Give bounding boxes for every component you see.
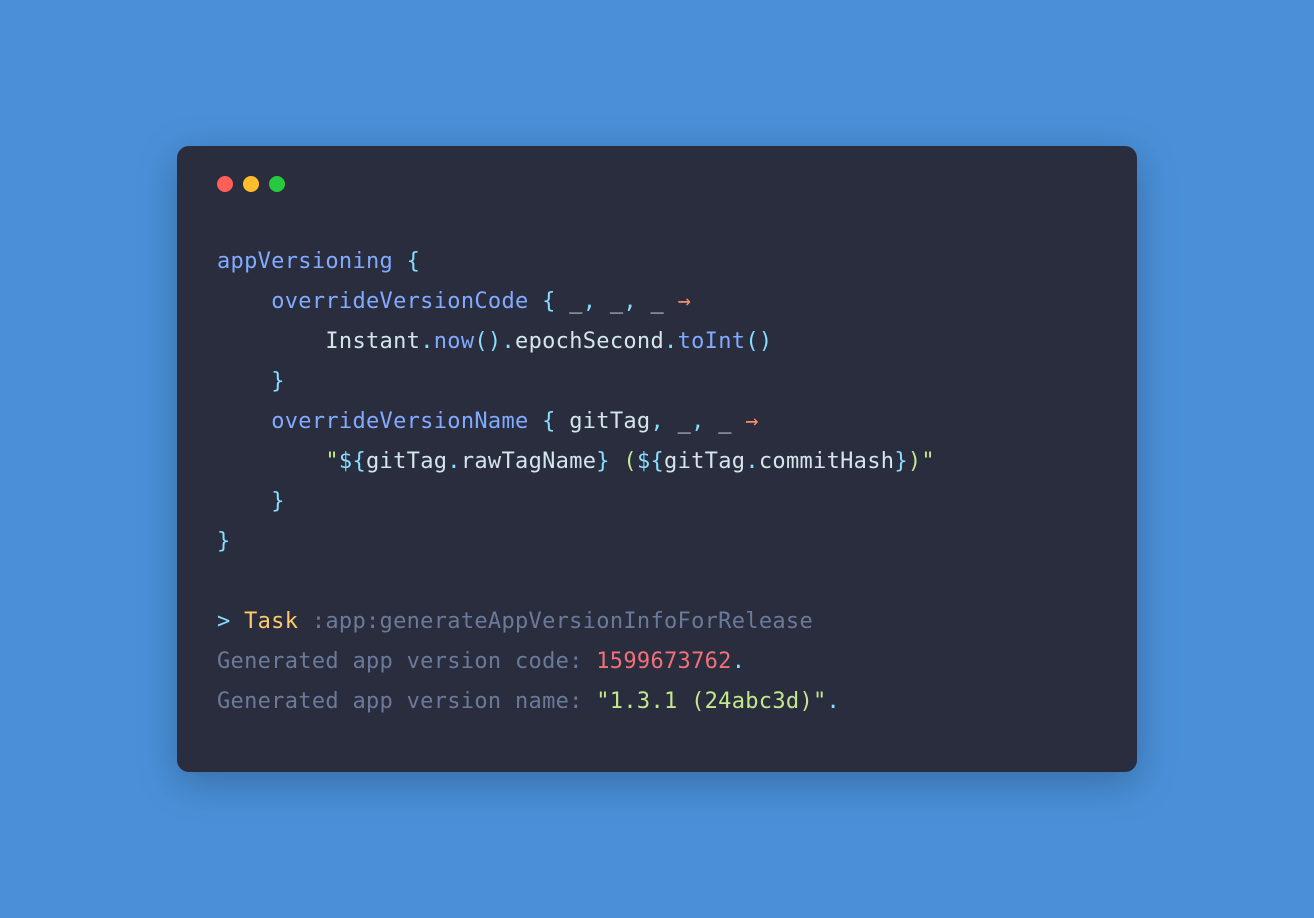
code-line-4: }	[217, 369, 285, 394]
code-line-2: overrideVersionCode { _, _, _ →	[217, 289, 691, 314]
window-controls	[217, 176, 1097, 192]
code-line-7: }	[217, 489, 285, 514]
maximize-button[interactable]	[269, 176, 285, 192]
code-line-1: appVersioning {	[217, 249, 420, 274]
code-block: appVersioning { overrideVersionCode { _,…	[217, 242, 1097, 562]
output-line-2: Generated app version code: 1599673762.	[217, 649, 745, 674]
code-line-6: "${gitTag.rawTagName} (${gitTag.commitHa…	[217, 449, 935, 474]
fn-appversioning: appVersioning	[217, 249, 393, 274]
code-line-5: overrideVersionName { gitTag, _, _ →	[217, 409, 759, 434]
close-button[interactable]	[217, 176, 233, 192]
output-line-3: Generated app version name: "1.3.1 (24ab…	[217, 689, 840, 714]
task-name: :app:generateAppVersionInfoForRelease	[298, 609, 813, 634]
terminal-window: appVersioning { overrideVersionCode { _,…	[177, 146, 1137, 772]
fn-overrideversioncode: overrideVersionCode	[271, 289, 528, 314]
prompt-icon: >	[217, 609, 244, 634]
version-name-value: "1.3.1 (24abc3d)"	[596, 689, 826, 714]
arrow-icon: →	[678, 289, 692, 314]
output-block: > Task :app:generateAppVersionInfoForRel…	[217, 602, 1097, 722]
version-code-value: 1599673762	[596, 649, 731, 674]
arrow-icon: →	[745, 409, 759, 434]
output-line-1: > Task :app:generateAppVersionInfoForRel…	[217, 609, 813, 634]
fn-overrideversionname: overrideVersionName	[271, 409, 528, 434]
code-line-8: }	[217, 529, 231, 554]
minimize-button[interactable]	[243, 176, 259, 192]
code-line-3: Instant.now().epochSecond.toInt()	[217, 329, 772, 354]
